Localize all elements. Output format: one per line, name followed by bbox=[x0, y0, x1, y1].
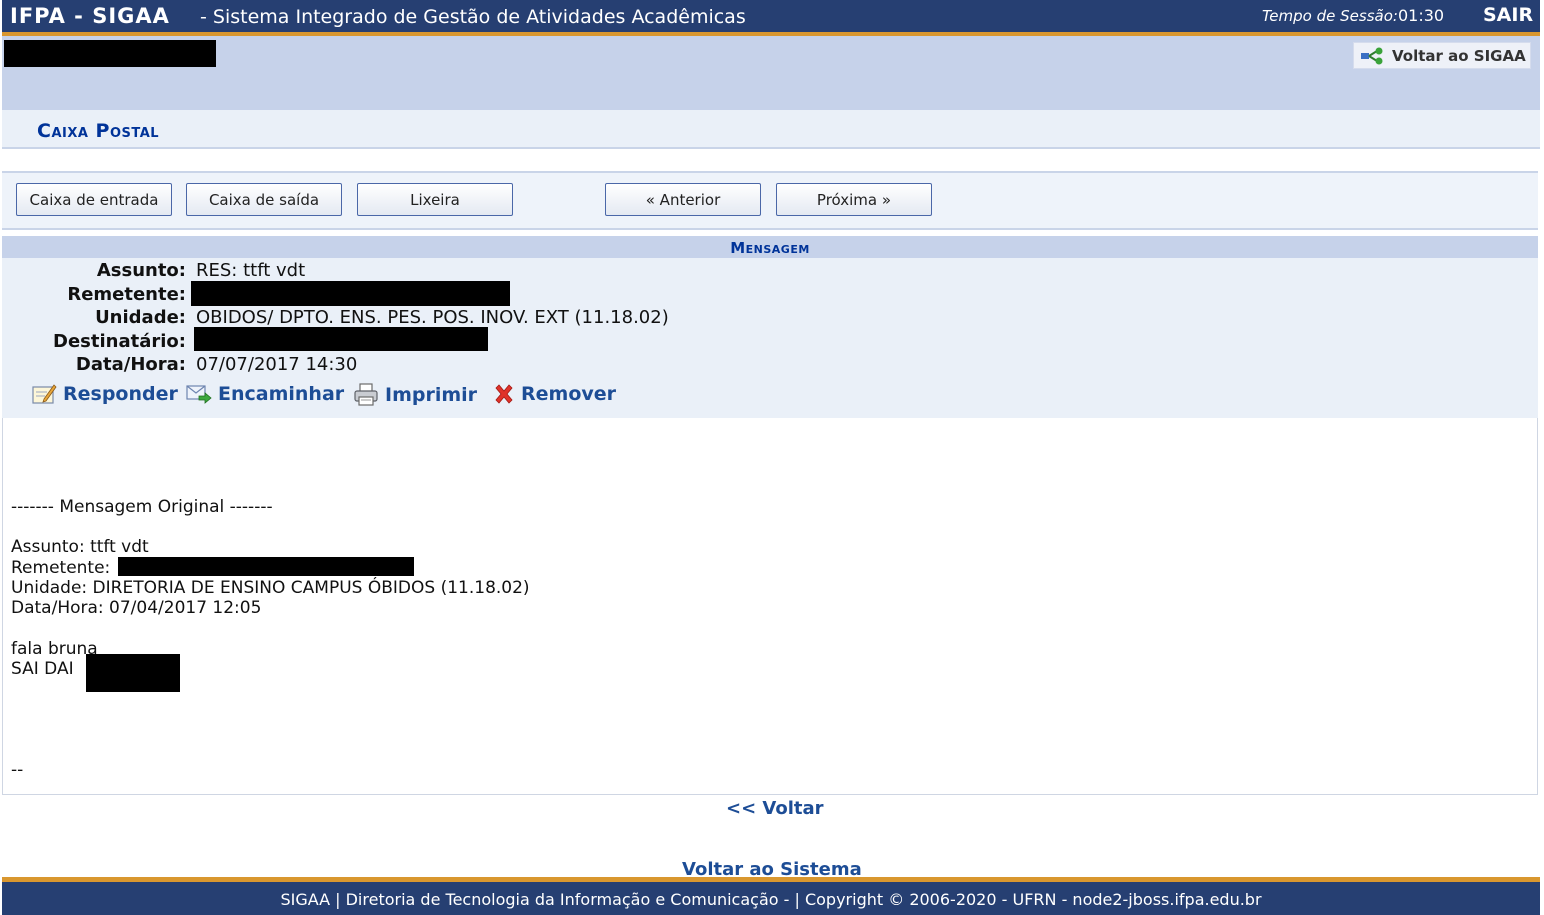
reply-label: Responder bbox=[63, 383, 178, 405]
user-name-redacted bbox=[4, 40, 216, 67]
forward-action[interactable]: Encaminhar bbox=[186, 383, 344, 405]
subject-label: Assunto: bbox=[96, 260, 186, 281]
back-to-sigaa-button[interactable]: Voltar ao SIGAA bbox=[1353, 42, 1531, 69]
forward-label: Encaminhar bbox=[218, 383, 345, 405]
recipient-label: Destinatário: bbox=[53, 331, 186, 352]
sender-value-redacted bbox=[191, 281, 510, 306]
system-title: - Sistema Integrado de Gestão de Ativida… bbox=[200, 6, 746, 28]
sender-label: Remetente: bbox=[67, 284, 186, 305]
original-datetime: Data/Hora: 07/04/2017 12:05 bbox=[11, 598, 262, 618]
original-message-header: ------- Mensagem Original ------- bbox=[11, 497, 273, 517]
print-label: Imprimir bbox=[385, 384, 478, 406]
delete-x-icon bbox=[495, 384, 513, 404]
original-subject: Assunto: ttft vdt bbox=[11, 537, 149, 557]
unit-label: Unidade: bbox=[95, 307, 186, 328]
footer-bar: SIGAA | Diretoria de Tecnologia da Infor… bbox=[2, 882, 1540, 915]
subject-value: RES: ttft vdt bbox=[196, 260, 306, 281]
brand-title: IFPA - SIGAA bbox=[10, 4, 170, 28]
session-timer: 01:30 bbox=[1398, 6, 1445, 25]
message-caption-bar: Mensagem bbox=[2, 236, 1538, 258]
remove-label: Remover bbox=[521, 383, 617, 405]
user-info-band bbox=[2, 36, 1540, 110]
message-text-line-1: fala bruna bbox=[11, 639, 98, 659]
reply-icon bbox=[32, 384, 57, 404]
message-text-line-2: SAI DAI bbox=[11, 659, 74, 679]
share-network-icon bbox=[1361, 47, 1383, 65]
original-unit: Unidade: DIRETORIA DE ENSINO CAMPUS ÓBID… bbox=[11, 578, 530, 598]
page-title: Caixa Postal bbox=[37, 120, 160, 142]
recipient-value-redacted bbox=[194, 327, 488, 351]
back-link[interactable]: << Voltar bbox=[726, 798, 824, 819]
unit-value: OBIDOS/ DPTO. ENS. PES. POS. INOV. EXT (… bbox=[196, 307, 669, 328]
message-text-redacted bbox=[86, 654, 180, 692]
original-sender-redacted bbox=[118, 557, 414, 576]
outbox-button[interactable]: Caixa de saída bbox=[186, 183, 342, 216]
session-label: Tempo de Sessão: bbox=[1262, 7, 1398, 25]
datetime-label: Data/Hora: bbox=[75, 354, 186, 375]
print-action[interactable]: Imprimir bbox=[353, 383, 477, 407]
previous-button[interactable]: « Anterior bbox=[605, 183, 761, 216]
forward-icon bbox=[186, 385, 212, 404]
message-signature: -- bbox=[11, 760, 24, 780]
datetime-value: 07/07/2017 14:30 bbox=[196, 354, 358, 375]
reply-action[interactable]: Responder bbox=[32, 383, 178, 405]
page-title-band: Caixa Postal bbox=[2, 110, 1540, 149]
top-bar: IFPA - SIGAA - Sistema Integrado de Gest… bbox=[2, 0, 1540, 32]
message-caption: Mensagem bbox=[730, 239, 810, 257]
trash-button[interactable]: Lixeira bbox=[357, 183, 513, 216]
exit-link[interactable]: SAIR bbox=[1483, 4, 1533, 26]
back-to-sigaa-label: Voltar ao SIGAA bbox=[1392, 47, 1526, 65]
remove-action[interactable]: Remover bbox=[493, 383, 616, 405]
next-button[interactable]: Próxima » bbox=[776, 183, 932, 216]
original-sender: Remetente: bbox=[11, 558, 111, 578]
inbox-button[interactable]: Caixa de entrada bbox=[16, 183, 172, 216]
printer-icon bbox=[354, 383, 378, 406]
footer-text: SIGAA | Diretoria de Tecnologia da Infor… bbox=[280, 890, 1262, 909]
